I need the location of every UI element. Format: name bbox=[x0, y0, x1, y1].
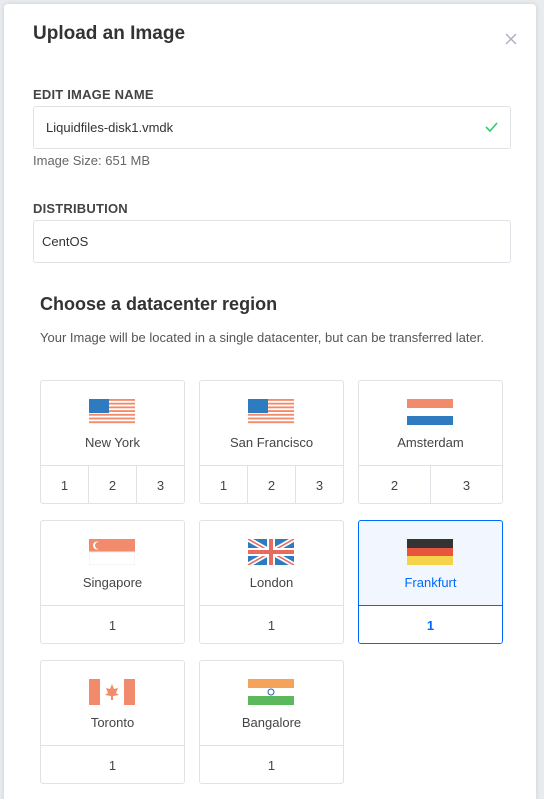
datacenter-option[interactable]: 2 bbox=[89, 466, 137, 503]
distribution-select[interactable]: CentOS bbox=[33, 220, 511, 263]
region-card-header[interactable]: Amsterdam bbox=[359, 381, 502, 465]
checkmark-icon bbox=[485, 122, 498, 133]
region-name: Toronto bbox=[90, 715, 135, 730]
datacenter-number-group: 1 bbox=[359, 605, 502, 643]
region-name: Amsterdam bbox=[397, 435, 464, 450]
region-name: Singapore bbox=[82, 575, 143, 590]
region-description: Your Image will be located in a single d… bbox=[40, 330, 484, 345]
distribution-label: DISTRIBUTION bbox=[33, 201, 128, 216]
datacenter-option[interactable]: 3 bbox=[137, 466, 184, 503]
region-name: London bbox=[249, 575, 294, 590]
close-icon[interactable] bbox=[503, 31, 519, 47]
datacenter-number-group: 123 bbox=[41, 465, 184, 503]
region-card-new-york[interactable]: New York 1 2 3 bbox=[40, 380, 185, 504]
us-flag-icon bbox=[248, 399, 294, 424]
region-card-amsterdam[interactable]: Amsterdam 2 3 bbox=[358, 380, 503, 504]
datacenter-option[interactable]: 3 bbox=[431, 466, 502, 503]
nl-flag-icon bbox=[407, 399, 453, 425]
datacenter-number-group: 23 bbox=[359, 465, 502, 503]
us-flag-icon bbox=[89, 399, 135, 424]
datacenter-option[interactable]: 1 bbox=[41, 606, 184, 643]
region-card-header[interactable]: London bbox=[200, 521, 343, 605]
region-card-bangalore[interactable]: Bangalore 1 bbox=[199, 660, 344, 784]
region-card-toronto[interactable]: Toronto 1 bbox=[40, 660, 185, 784]
image-name-label: EDIT IMAGE NAME bbox=[33, 87, 154, 102]
datacenter-option[interactable]: 1 bbox=[41, 746, 184, 783]
region-heading: Choose a datacenter region bbox=[40, 294, 278, 314]
region-card-london[interactable]: London 1 bbox=[199, 520, 344, 644]
image-name-input[interactable]: Liquidfiles-disk1.vmdk bbox=[33, 106, 511, 149]
datacenter-option[interactable]: 1 bbox=[41, 466, 89, 503]
region-card-singapore[interactable]: Singapore 1 bbox=[40, 520, 185, 644]
datacenter-option[interactable]: 2 bbox=[359, 466, 431, 503]
datacenter-number-group: 1 bbox=[41, 605, 184, 643]
image-size-text: Image Size: 651 MB bbox=[33, 153, 151, 168]
datacenter-option[interactable]: 3 bbox=[296, 466, 343, 503]
datacenter-number-group: 1 bbox=[41, 745, 184, 783]
region-card-header[interactable]: Frankfurt bbox=[359, 521, 502, 605]
datacenter-option[interactable]: 1 bbox=[359, 606, 502, 643]
region-card-frankfurt[interactable]: Frankfurt 1 bbox=[358, 520, 503, 644]
region-card-header[interactable]: Bangalore bbox=[200, 661, 343, 745]
uk-flag-icon bbox=[248, 539, 294, 565]
region-name: New York bbox=[85, 435, 140, 450]
region-card-header[interactable]: Singapore bbox=[41, 521, 184, 605]
region-card-header[interactable]: San Francisco bbox=[200, 381, 343, 465]
region-name: Bangalore bbox=[241, 715, 302, 730]
in-flag-icon bbox=[248, 679, 294, 705]
datacenter-number-group: 1 bbox=[200, 745, 343, 783]
modal-title: Upload an Image bbox=[33, 23, 186, 44]
datacenter-option[interactable]: 1 bbox=[200, 466, 248, 503]
de-flag-icon bbox=[407, 539, 453, 565]
region-card-header[interactable]: New York bbox=[41, 381, 184, 465]
distribution-value: CentOS bbox=[42, 234, 89, 249]
ca-flag-icon bbox=[89, 679, 135, 705]
upload-image-modal: Upload an Image EDIT IMAGE NAME Liquidfi… bbox=[4, 4, 536, 799]
image-name-value: Liquidfiles-disk1.vmdk bbox=[46, 120, 174, 135]
datacenter-number-group: 1 bbox=[200, 605, 343, 643]
sg-flag-icon bbox=[89, 539, 135, 565]
region-name: Frankfurt bbox=[404, 575, 457, 590]
region-card-san-francisco[interactable]: San Francisco 1 2 3 bbox=[199, 380, 344, 504]
datacenter-option[interactable]: 1 bbox=[200, 746, 343, 783]
datacenter-number-group: 123 bbox=[200, 465, 343, 503]
region-card-header[interactable]: Toronto bbox=[41, 661, 184, 745]
datacenter-option[interactable]: 2 bbox=[248, 466, 296, 503]
datacenter-option[interactable]: 1 bbox=[200, 606, 343, 643]
region-name: San Francisco bbox=[229, 435, 314, 450]
